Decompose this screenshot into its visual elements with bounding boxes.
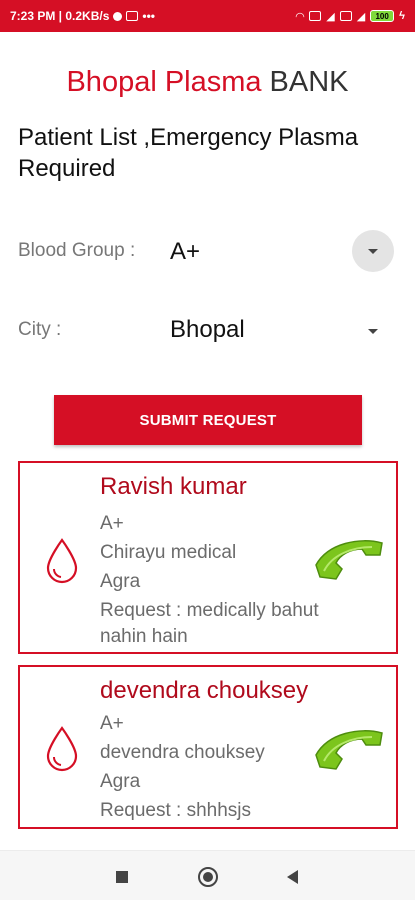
blood-drop-icon [46, 538, 78, 584]
chevron-down-icon [368, 248, 378, 254]
app-title: Bhopal Plasma BANK [0, 64, 415, 100]
blood-group-dropdown-button[interactable] [352, 230, 394, 272]
charging-icon: ϟ [399, 10, 405, 22]
page-subtitle: Patient List ,Emergency Plasma Required [18, 124, 359, 182]
patient-blood-group: A+ [100, 713, 124, 734]
patient-request-continued: nahin hain [100, 626, 188, 647]
home-icon[interactable] [198, 867, 218, 887]
patient-city: Agra [100, 771, 141, 792]
patient-blood-group: A+ [100, 513, 124, 534]
message-icon [126, 11, 139, 21]
patient-name: Ravish kumar [100, 473, 247, 500]
notification-icon [113, 11, 123, 21]
city-dropdown-button[interactable] [366, 326, 380, 336]
battery-icon: 100 [370, 10, 395, 22]
recents-icon[interactable] [116, 871, 128, 883]
app-title-secondary: BANK [269, 66, 349, 98]
patient-city: Agra [100, 571, 141, 592]
chevron-down-icon [368, 328, 378, 334]
back-icon[interactable] [287, 870, 298, 884]
patient-request: Request : medically bahut [100, 600, 319, 621]
blood-drop-icon [46, 726, 78, 772]
phone-call-icon[interactable] [310, 535, 386, 585]
vo-icon [309, 11, 322, 21]
home-icon-inner [203, 872, 213, 882]
city-label: City : [18, 319, 62, 340]
wifi-icon: ◠ [295, 10, 305, 23]
patient-hospital: devendra chouksey [100, 742, 265, 763]
patient-card[interactable]: Ravish kumar A+ Chirayu medical Agra Req… [18, 461, 398, 654]
volte-icon [339, 11, 352, 21]
signal-icon-2: ◢ [356, 10, 366, 23]
status-time: 7:23 PM | 0.2KB/s [10, 9, 110, 23]
app-title-primary: Bhopal Plasma [66, 66, 262, 98]
blood-group-label: Blood Group : [18, 240, 136, 261]
city-select[interactable]: Bhopal [170, 316, 245, 344]
patient-card[interactable]: devendra chouksey A+ devendra chouksey A… [18, 665, 398, 829]
status-bar: 7:23 PM | 0.2KB/s ••• ◠ ◢ ◢ 100 ϟ [0, 0, 415, 32]
system-nav-bar [0, 850, 415, 900]
blood-group-select[interactable]: A+ [170, 238, 200, 266]
more-notifications-icon: ••• [142, 9, 156, 23]
patient-hospital: Chirayu medical [100, 542, 237, 563]
signal-icon: ◢ [326, 10, 335, 23]
patient-request: Request : shhhsjs [100, 800, 252, 821]
submit-request-button[interactable]: SUBMIT REQUEST [54, 395, 362, 445]
phone-call-icon[interactable] [310, 725, 386, 775]
patient-name: devendra chouksey [100, 677, 309, 704]
